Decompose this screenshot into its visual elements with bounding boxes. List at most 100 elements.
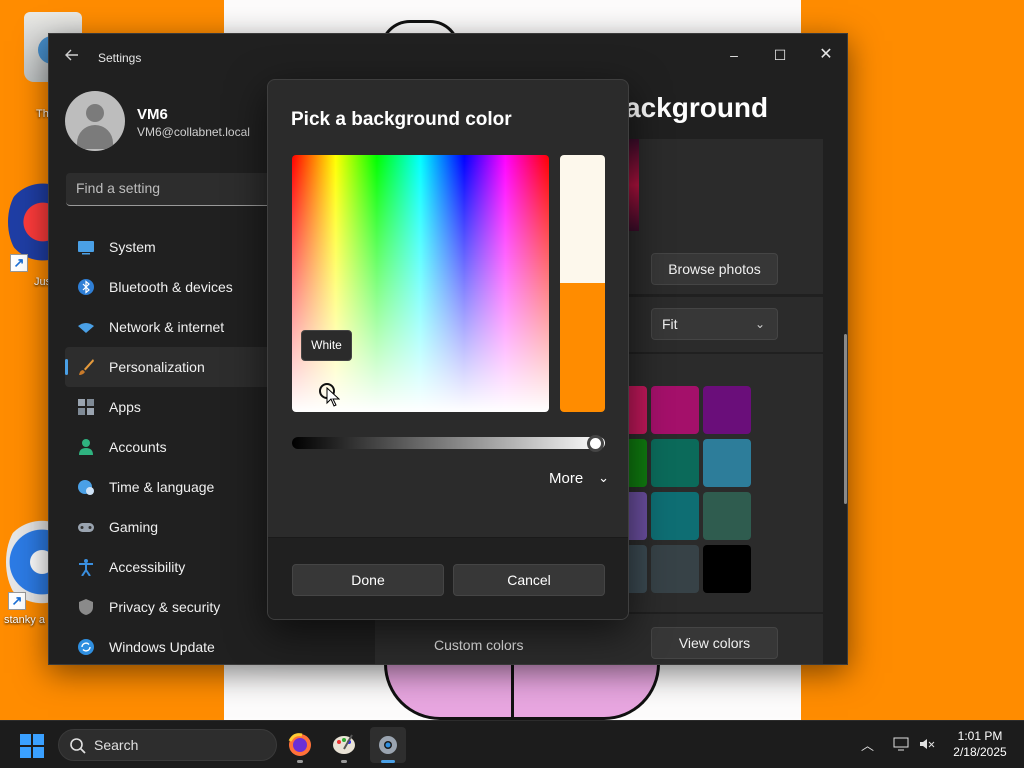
sidebar-item-label: Time & language [109, 479, 215, 495]
new-color-preview [560, 283, 605, 412]
dialog-footer: Done Cancel [268, 537, 628, 619]
close-button[interactable]: ✕ [803, 40, 847, 70]
firefox-icon [288, 733, 311, 756]
sidebar-item-gaming[interactable]: Gaming [65, 507, 281, 547]
browse-photos-button[interactable]: Browse photos [651, 253, 778, 285]
back-arrow-icon [65, 49, 78, 61]
clock-time: 1:01 PM [957, 729, 1003, 743]
fit-dropdown[interactable]: Fit ⌄ [651, 308, 778, 340]
sidebar-item-label: Windows Update [109, 639, 215, 655]
sidebar-item-accounts[interactable]: Accounts [65, 427, 281, 467]
update-icon [78, 639, 94, 655]
chevron-down-icon: ⌄ [754, 317, 765, 331]
done-button[interactable]: Done [292, 564, 444, 596]
apps-icon [78, 399, 94, 415]
taskbar-search[interactable]: Search [58, 729, 277, 761]
sidebar-item-label: Gaming [109, 519, 159, 535]
sidebar-item-label: Bluetooth & devices [109, 279, 233, 295]
user-email: VM6@collabnet.local [137, 125, 250, 139]
previous-color-preview [560, 155, 605, 283]
page-title: ackground [625, 92, 769, 123]
minimize-button[interactable]: – [711, 40, 757, 70]
bluetooth-icon [78, 279, 94, 295]
paintbrush-icon [79, 359, 94, 375]
sidebar-item-system[interactable]: System [65, 227, 281, 267]
avatar [65, 91, 125, 151]
color-swatch[interactable] [703, 386, 751, 434]
color-swatch[interactable] [651, 492, 699, 540]
scrollbar[interactable] [844, 334, 847, 504]
mouse-cursor-icon [326, 387, 340, 407]
custom-colors-label: Custom colors [434, 637, 524, 653]
desktop-icon-label: stanky a [4, 614, 45, 626]
color-swatch[interactable] [703, 545, 751, 593]
taskbar: Search ︿ 1:01 PM 2/18/2025 [0, 720, 1024, 768]
system-clock[interactable]: 1:01 PM 2/18/2025 [944, 728, 1016, 760]
accessibility-icon [79, 559, 93, 576]
desktop-icon-label: Th [36, 108, 49, 120]
sidebar-item-privacy[interactable]: Privacy & security [65, 587, 281, 627]
color-swatch[interactable] [703, 439, 751, 487]
dialog-title: Pick a background color [291, 109, 512, 130]
settings-icon [379, 736, 397, 754]
shield-icon [79, 599, 93, 615]
volume-muted-icon[interactable] [918, 735, 936, 753]
sidebar-item-label: Accessibility [109, 559, 186, 575]
sidebar-item-apps[interactable]: Apps [65, 387, 281, 427]
color-tooltip: White [301, 330, 352, 361]
back-button[interactable] [61, 48, 83, 68]
sidebar-item-label: Privacy & security [109, 599, 221, 615]
clock-date: 2/18/2025 [953, 745, 1007, 759]
sidebar-item-label: Apps [109, 399, 141, 415]
cancel-button[interactable]: Cancel [453, 564, 605, 596]
start-button[interactable] [20, 734, 44, 758]
fit-dropdown-value: Fit [662, 316, 678, 332]
sidebar-item-label: System [109, 239, 156, 255]
color-swatch[interactable] [651, 545, 699, 593]
view-colors-button[interactable]: View colors [651, 627, 778, 659]
taskbar-app-paint[interactable] [326, 727, 362, 763]
taskbar-app-settings[interactable] [370, 727, 406, 763]
color-swatch[interactable] [651, 439, 699, 487]
title-bar: Settings – ☐ ✕ [49, 34, 847, 82]
sidebar-nav: System Bluetooth & devices Network & int… [65, 227, 281, 664]
maximize-button[interactable]: ☐ [757, 40, 803, 70]
shortcut-arrow-icon: ↗ [8, 592, 26, 610]
sidebar-item-personalization[interactable]: Personalization [65, 347, 281, 387]
sidebar-item-label: Network & internet [109, 319, 225, 335]
color-spectrum[interactable] [292, 155, 549, 412]
color-swatch[interactable] [651, 386, 699, 434]
system-icon [78, 241, 94, 255]
shortcut-arrow-icon: ↗ [10, 254, 28, 272]
desktop-icon-shortcut[interactable]: ↗ stanky a [4, 512, 66, 626]
sidebar-item-bluetooth[interactable]: Bluetooth & devices [65, 267, 281, 307]
taskbar-app-firefox[interactable] [282, 727, 318, 763]
wifi-icon [78, 323, 94, 333]
sidebar-item-label: Personalization [109, 359, 205, 375]
sidebar-item-windows-update[interactable]: Windows Update [65, 627, 281, 664]
controller-icon [78, 523, 94, 532]
network-icon[interactable] [892, 735, 910, 753]
sidebar-item-accessibility[interactable]: Accessibility [65, 547, 281, 587]
settings-search-box[interactable] [66, 173, 281, 206]
window-title: Settings [98, 51, 142, 65]
color-swatch[interactable] [703, 492, 751, 540]
wallpaper-drawing-line [511, 664, 514, 720]
more-button[interactable]: More ⌄ [549, 470, 609, 494]
sidebar-item-network[interactable]: Network & internet [65, 307, 281, 347]
sidebar-item-time-language[interactable]: Time & language [65, 467, 281, 507]
brightness-slider[interactable] [292, 437, 605, 449]
chevron-down-icon: ⌄ [598, 470, 609, 485]
tray-overflow-chevron-icon[interactable]: ︿ [861, 735, 874, 754]
search-input[interactable] [76, 180, 266, 196]
color-picker-dialog: Pick a background color White More ⌄ Don… [267, 79, 629, 620]
search-icon [70, 738, 86, 754]
brightness-slider-thumb[interactable] [587, 435, 604, 452]
paint-icon [333, 734, 355, 754]
person-icon [79, 439, 93, 455]
sidebar-item-label: Accounts [109, 439, 167, 455]
user-name: VM6 [137, 106, 168, 123]
taskbar-search-label: Search [94, 737, 139, 753]
wallpaper-drawing-body [384, 664, 660, 720]
more-label: More [549, 470, 584, 487]
